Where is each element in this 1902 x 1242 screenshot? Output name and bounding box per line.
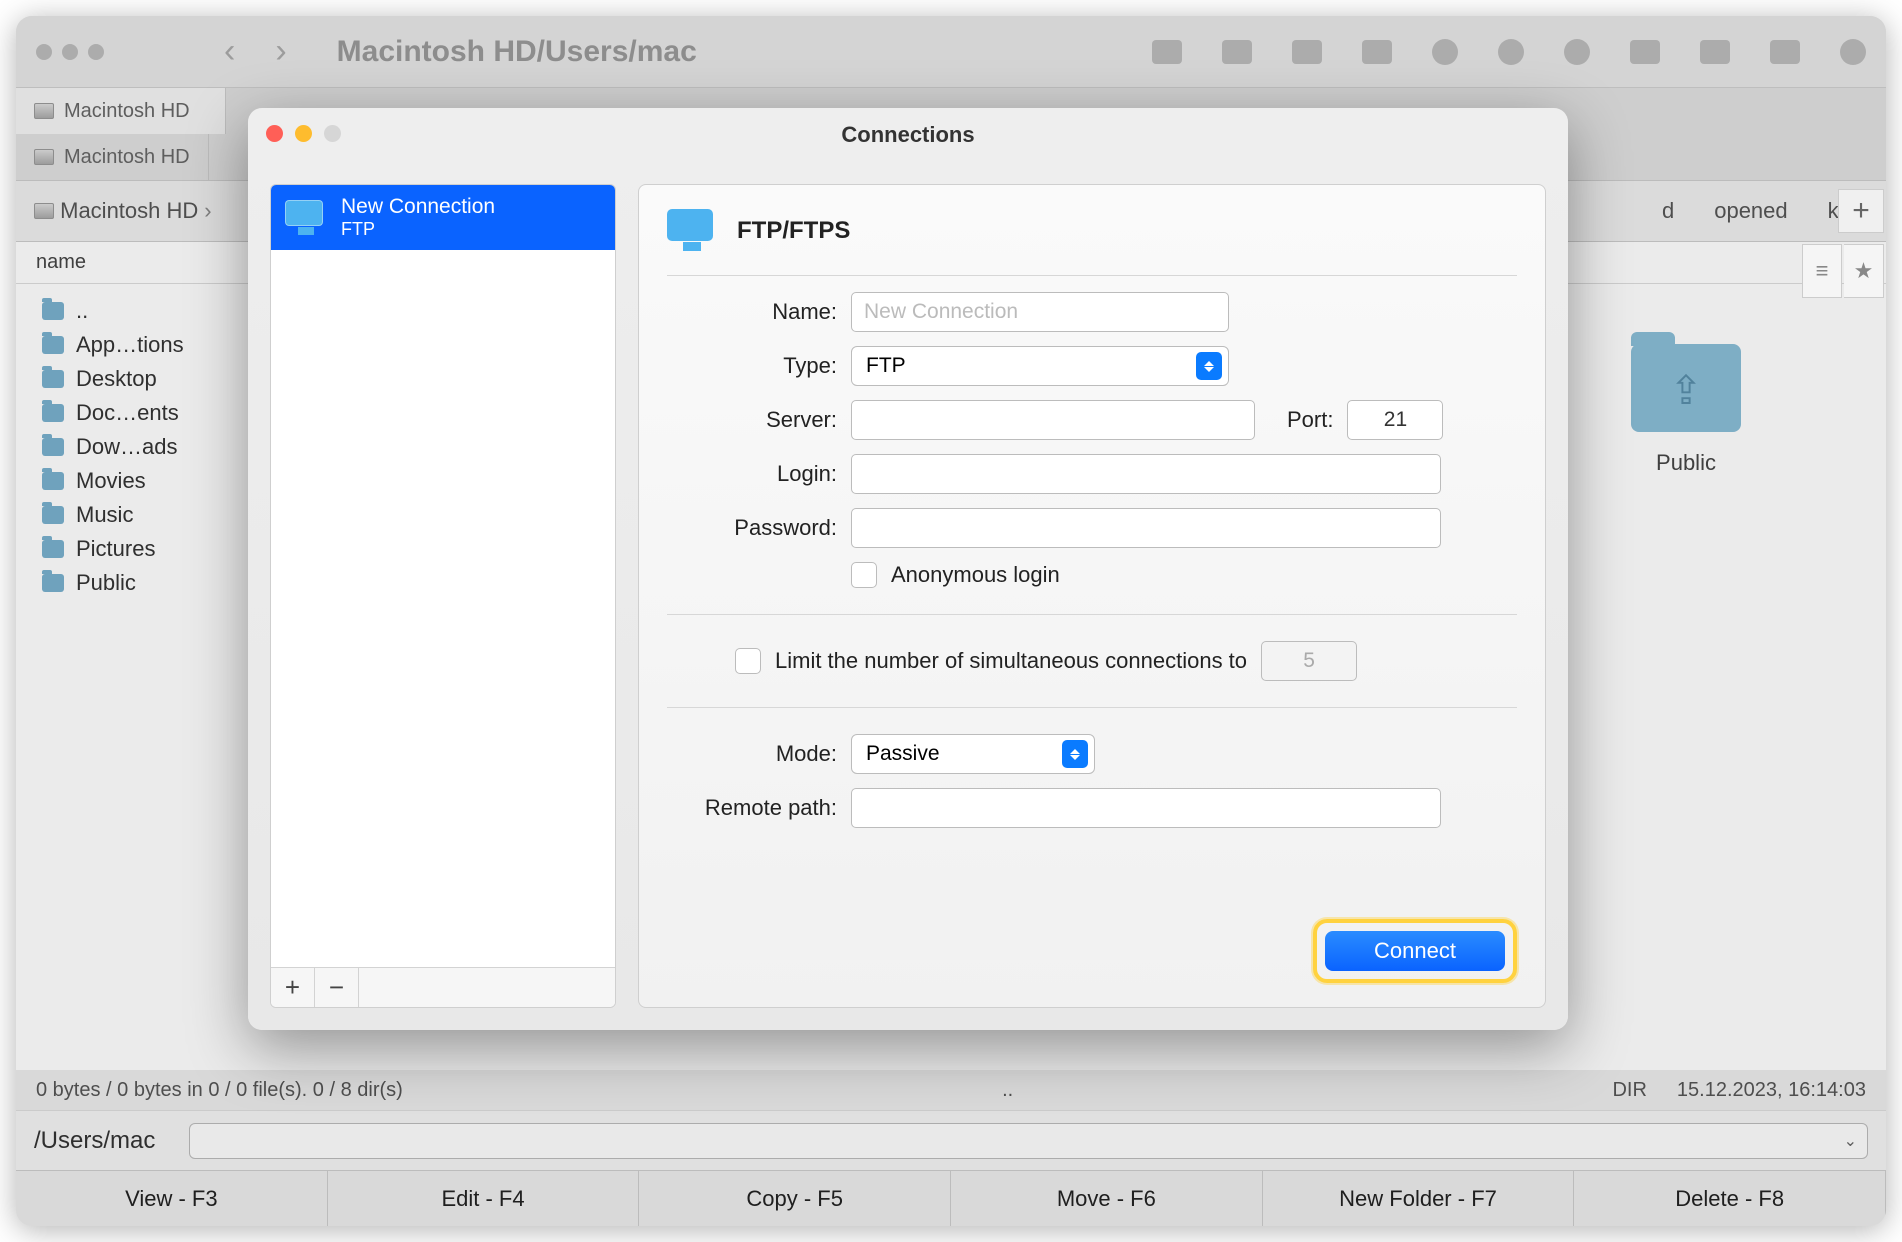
list-mode-icon[interactable]: ≡ xyxy=(1802,244,1842,298)
anonymous-checkbox[interactable] xyxy=(851,562,877,588)
port-label: Port: xyxy=(1287,407,1333,433)
path-bar: /Users/mac ⌄ xyxy=(16,1110,1886,1170)
window-controls xyxy=(36,44,104,60)
folder-icon xyxy=(42,438,64,456)
folder-icon xyxy=(42,370,64,388)
download-icon[interactable] xyxy=(1840,39,1866,65)
toggle-icon[interactable] xyxy=(1432,39,1458,65)
folder-icon xyxy=(42,404,64,422)
limit-label: Limit the number of simultaneous connect… xyxy=(775,648,1247,674)
fn-view[interactable]: View - F3 xyxy=(16,1171,328,1226)
anonymous-label: Anonymous login xyxy=(891,562,1060,588)
tab-label: Macintosh HD xyxy=(64,100,190,123)
dropdown-knob-icon xyxy=(1196,352,1222,380)
binoculars-icon[interactable] xyxy=(1630,40,1660,64)
dialog-titlebar: Connections xyxy=(248,108,1568,162)
mode-select[interactable]: Passive xyxy=(851,734,1095,774)
nav-arrows: ‹› xyxy=(224,32,287,71)
public-glyph-icon: ⇪ xyxy=(1631,350,1741,432)
password-input[interactable] xyxy=(851,508,1441,548)
folder-icon xyxy=(42,302,64,320)
remote-path-input[interactable] xyxy=(851,788,1441,828)
folder-icon xyxy=(42,574,64,592)
sidebar-item-subtitle: FTP xyxy=(341,219,495,240)
forward-icon[interactable]: › xyxy=(275,32,286,71)
type-select[interactable]: FTP xyxy=(851,346,1229,386)
status-dots: .. xyxy=(1002,1079,1013,1102)
sidebar-footer: + − xyxy=(271,967,615,1007)
folder-icon xyxy=(42,336,64,354)
fn-edit[interactable]: Edit - F4 xyxy=(328,1171,640,1226)
back-icon[interactable]: ‹ xyxy=(224,32,235,71)
connect-button[interactable]: Connect xyxy=(1325,931,1505,971)
remove-connection-button[interactable]: − xyxy=(315,968,359,1007)
view-gallery-icon[interactable] xyxy=(1362,40,1392,64)
sidebar-item-new-connection[interactable]: New Connection FTP xyxy=(271,185,615,250)
server-label: Server: xyxy=(667,407,837,433)
mode-label: Mode: xyxy=(667,741,837,767)
connection-icon xyxy=(285,200,327,236)
login-label: Login: xyxy=(667,461,837,487)
status-dir: DIR xyxy=(1612,1079,1646,1102)
dropdown-knob-icon xyxy=(1062,740,1088,768)
server-input[interactable] xyxy=(851,400,1255,440)
connections-dialog: Connections New Connection FTP + − FTP/F… xyxy=(248,108,1568,1030)
sidebar-item-title: New Connection xyxy=(341,195,495,219)
fn-copy[interactable]: Copy - F5 xyxy=(639,1171,951,1226)
folder-icon xyxy=(42,506,64,524)
name-input[interactable] xyxy=(851,292,1229,332)
fn-newfolder[interactable]: New Folder - F7 xyxy=(1263,1171,1575,1226)
tab-label: Macintosh HD xyxy=(64,146,190,169)
detail-heading: FTP/FTPS xyxy=(737,217,850,245)
view-list-icon[interactable] xyxy=(1152,40,1182,64)
password-label: Password: xyxy=(667,515,837,541)
pause-icon[interactable] xyxy=(1700,40,1730,64)
disk-icon xyxy=(34,203,54,219)
path-title: Macintosh HD/Users/mac xyxy=(337,35,1132,69)
add-connection-button[interactable]: + xyxy=(271,968,315,1007)
disk-icon xyxy=(34,103,54,119)
tab-active[interactable]: Macintosh HD xyxy=(16,88,226,134)
monitor-icon[interactable] xyxy=(1770,40,1800,64)
connections-sidebar: New Connection FTP + − xyxy=(270,184,616,1008)
status-date: 15.12.2023, 16:14:03 xyxy=(1677,1079,1866,1102)
add-tab-button[interactable]: + xyxy=(1838,189,1884,233)
name-label: Name: xyxy=(667,299,837,325)
remote-path-label: Remote path: xyxy=(667,795,837,821)
port-input[interactable] xyxy=(1347,400,1443,440)
preview-icon[interactable] xyxy=(1564,39,1590,65)
connection-detail-panel: FTP/FTPS Name: Type: FTP Server: Port: xyxy=(638,184,1546,1008)
zoom-icon xyxy=(324,125,341,142)
toolbar xyxy=(1152,39,1866,65)
dialog-window-controls xyxy=(266,125,341,142)
limit-input xyxy=(1261,641,1357,681)
status-bar: 0 bytes / 0 bytes in 0 / 0 file(s). 0 / … xyxy=(16,1070,1886,1110)
ftp-icon xyxy=(667,209,717,253)
type-label: Type: xyxy=(667,353,837,379)
function-bar: View - F3 Edit - F4 Copy - F5 Move - F6 … xyxy=(16,1170,1886,1226)
path-dropdown[interactable]: ⌄ xyxy=(189,1123,1868,1159)
folder-icon xyxy=(42,540,64,558)
disk-icon xyxy=(34,149,54,165)
status-left: 0 bytes / 0 bytes in 0 / 0 file(s). 0 / … xyxy=(36,1079,403,1102)
folder-public[interactable]: ⇪Public xyxy=(1631,344,1741,476)
info-icon[interactable] xyxy=(1498,39,1524,65)
connect-highlight: Connect xyxy=(1313,919,1517,983)
fn-delete[interactable]: Delete - F8 xyxy=(1574,1171,1886,1226)
tab-secondary[interactable]: Macintosh HD xyxy=(16,134,209,180)
view-columns-icon[interactable] xyxy=(1222,40,1252,64)
fn-move[interactable]: Move - F6 xyxy=(951,1171,1263,1226)
close-icon[interactable] xyxy=(266,125,283,142)
folder-icon xyxy=(42,472,64,490)
current-path: /Users/mac xyxy=(34,1127,155,1155)
limit-checkbox[interactable] xyxy=(735,648,761,674)
titlebar: ‹› Macintosh HD/Users/mac xyxy=(16,16,1886,88)
minimize-icon[interactable] xyxy=(295,125,312,142)
login-input[interactable] xyxy=(851,454,1441,494)
dialog-title: Connections xyxy=(841,122,974,148)
view-grid-icon[interactable] xyxy=(1292,40,1322,64)
favorite-icon[interactable]: ★ xyxy=(1844,244,1884,298)
chevron-right-icon: › xyxy=(204,198,211,224)
